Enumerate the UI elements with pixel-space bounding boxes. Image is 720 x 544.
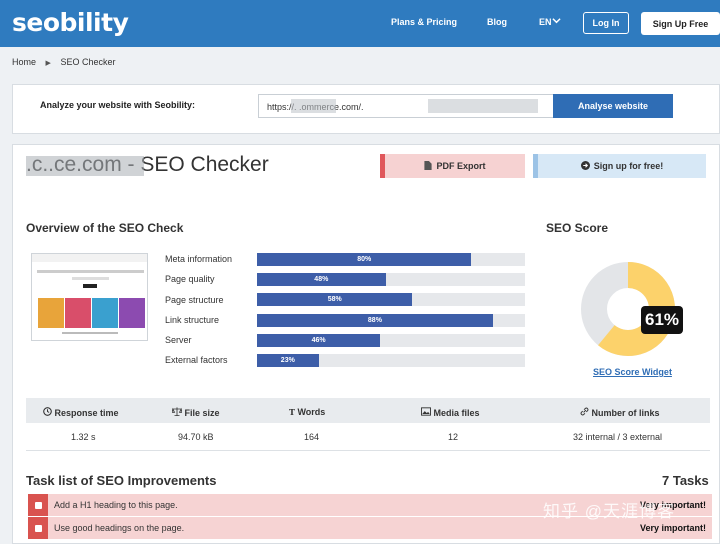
signup-for-free-label: Sign up for free!	[593, 161, 664, 171]
task-importance: Very important!	[639, 523, 706, 533]
task-text: Use good headings on the page.	[54, 523, 185, 533]
stat-header-words: T Words	[289, 407, 325, 417]
analyse-website-button[interactable]: Analyse website	[553, 94, 673, 118]
metric-label-link-structure: Link structure	[165, 315, 220, 325]
progress-fill: 88%	[257, 314, 493, 327]
thumbnail-image	[32, 254, 147, 334]
link-icon	[580, 407, 589, 416]
watermark: 知乎 @天涯博客	[543, 502, 675, 521]
progress-bar-page-structure: 58%	[257, 293, 525, 306]
stat-header-file-size: File size	[171, 407, 220, 418]
seo-score-heading: SEO Score	[546, 221, 609, 235]
pdf-export-button[interactable]: PDF Export	[380, 154, 525, 178]
task-text: Add a H1 heading to this page.	[54, 500, 178, 510]
nav-plans-pricing[interactable]: Plans & Pricing	[391, 17, 457, 27]
breadcrumb: Home ▶ SEO Checker	[12, 57, 115, 67]
login-button[interactable]: Log In	[583, 12, 629, 34]
breadcrumb-home[interactable]: Home	[12, 57, 36, 67]
stat-links-value: 32 internal / 3 external	[573, 432, 663, 442]
task-list-heading: Task list of SEO Improvements	[26, 473, 217, 488]
breadcrumb-current: SEO Checker	[60, 57, 116, 67]
chevron-down-icon[interactable]	[552, 16, 561, 27]
balance-scale-icon	[171, 407, 183, 417]
analyze-label: Analyze your website with Seobility:	[40, 100, 196, 110]
stat-header-label: File size	[184, 408, 220, 418]
signup-for-free-button[interactable]: Sign up for free!	[533, 154, 706, 178]
overview-heading: Overview of the SEO Check	[26, 221, 184, 235]
pdf-file-icon	[424, 160, 433, 172]
seo-score-value: 61%	[641, 306, 683, 334]
seo-score-widget-link[interactable]: SEO Score Widget	[593, 367, 672, 377]
signup-free-button[interactable]: Sign Up Free	[641, 12, 720, 35]
metric-label-server: Server	[165, 335, 192, 345]
progress-bar-link-structure: 88%	[257, 314, 525, 327]
stat-header-media-files: Media files	[421, 407, 480, 418]
image-icon	[421, 407, 431, 416]
clock-icon	[43, 407, 52, 416]
task-checkbox[interactable]	[28, 517, 48, 539]
seobility-logo[interactable]: seobility	[12, 8, 129, 37]
stat-header-response-time: Response time	[43, 407, 119, 418]
analyze-panel: Analyze your website with Seobility: htt…	[12, 84, 720, 134]
stat-media-files-value: 12	[448, 432, 459, 442]
metric-label-page-quality: Page quality	[165, 274, 215, 284]
progress-bar-page-quality: 48%	[257, 273, 525, 286]
progress-fill: 58%	[257, 293, 413, 306]
stat-words-value: 164	[304, 432, 320, 442]
progress-bar-server: 46%	[257, 334, 525, 347]
redacted-text	[291, 99, 336, 113]
nav-blog[interactable]: Blog	[487, 17, 507, 27]
top-navigation-bar: seobility Plans & Pricing Blog EN Log In…	[0, 0, 720, 47]
stat-header-label: Number of links	[591, 408, 660, 418]
redacted-text	[26, 156, 144, 176]
progress-fill: 48%	[257, 273, 386, 286]
language-selector[interactable]: EN	[539, 17, 552, 27]
metric-label-meta: Meta information	[165, 254, 233, 264]
redacted-text	[428, 99, 538, 113]
caret-right-icon: ▶	[45, 60, 51, 67]
stat-header-number-of-links: Number of links	[580, 407, 660, 418]
text-height-icon: T	[289, 407, 295, 417]
stat-header-label: Response time	[54, 408, 119, 418]
pdf-export-label: PDF Export	[436, 161, 486, 171]
stat-header-label: Media files	[433, 408, 480, 418]
stat-response-time-value: 1.32 s	[71, 432, 96, 442]
progress-fill: 80%	[257, 253, 472, 266]
progress-bar-external: 23%	[257, 354, 525, 367]
website-screenshot-thumbnail	[31, 253, 148, 341]
task-checkbox[interactable]	[28, 494, 48, 516]
progress-fill: 46%	[257, 334, 381, 347]
arrow-circle-icon	[580, 160, 590, 172]
progress-fill: 23%	[257, 354, 319, 367]
stat-header-label: Words	[297, 407, 326, 417]
metric-label-page-structure: Page structure	[165, 295, 224, 305]
task-count: 7 Tasks	[662, 473, 709, 488]
stat-file-size-value: 94.70 kB	[178, 432, 214, 442]
metric-label-external: External factors	[165, 355, 228, 365]
progress-bar-meta: 80%	[257, 253, 525, 266]
